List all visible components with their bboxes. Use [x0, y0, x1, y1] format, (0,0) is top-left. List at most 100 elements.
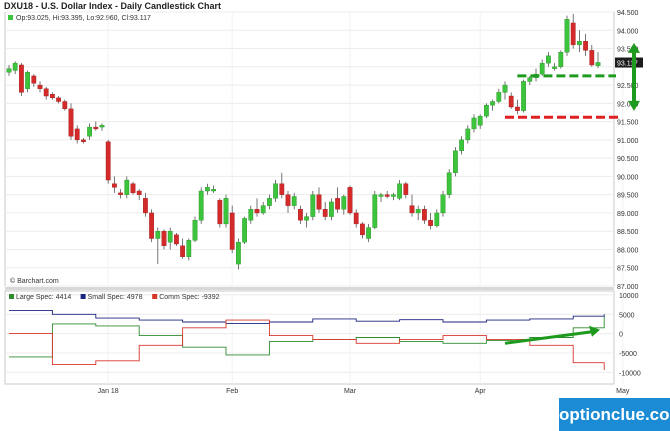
candle-body — [173, 234, 179, 245]
x-axis: Jan 18 Feb Mar Apr May — [98, 388, 630, 395]
candle-body — [446, 172, 452, 195]
candle-body — [242, 218, 247, 243]
candle-body — [440, 194, 446, 214]
candle-body — [211, 188, 216, 192]
candle-body — [521, 81, 527, 111]
candle-body — [539, 62, 545, 75]
cot-tick-label: 0 — [619, 332, 623, 339]
candle-body — [155, 230, 161, 239]
candle-body — [490, 101, 495, 106]
price-tick-label: 91.500 — [617, 120, 639, 127]
candle-body — [161, 230, 167, 247]
barchart-credit: © Barchart.com — [10, 277, 59, 285]
candle-body — [235, 241, 241, 265]
candle-body — [360, 223, 365, 236]
candle-body — [6, 68, 12, 73]
candle-body — [459, 139, 464, 152]
candle-body — [56, 97, 62, 102]
candle-body — [267, 198, 272, 206]
candle-body — [515, 106, 520, 111]
ohlc-readout: Op:93.025, Hi:93.395, Lo:92.960, Cl:93.1… — [16, 15, 151, 22]
candle-body — [74, 128, 80, 141]
candle-body — [347, 187, 353, 214]
candle-body — [186, 240, 192, 257]
candle-body — [99, 125, 105, 128]
candle-body — [310, 194, 316, 217]
price-panel-frame — [4, 11, 615, 287]
candle-body — [570, 22, 576, 46]
candle-body — [136, 190, 142, 195]
candle-body — [80, 139, 86, 142]
candle-body — [93, 126, 99, 130]
candle-body — [273, 183, 278, 199]
ohlc-legend-swatch — [8, 15, 13, 20]
candle-body — [415, 209, 421, 214]
cot-legend-swatch — [80, 294, 86, 299]
candle-body — [254, 209, 260, 214]
candle-body — [192, 220, 198, 241]
candle-body — [546, 55, 551, 64]
candle-body — [409, 205, 415, 214]
candle-body — [105, 141, 111, 181]
price-tick-label: 90.000 — [617, 174, 639, 181]
candle-body — [508, 95, 514, 108]
candle-body — [19, 64, 24, 93]
candle-body — [428, 220, 433, 226]
candle-body — [484, 104, 489, 117]
price-tick-label: 89.500 — [617, 193, 639, 200]
candle-body — [68, 108, 74, 137]
candle-body — [118, 192, 124, 195]
candle-body — [477, 115, 483, 126]
candle-body — [31, 75, 37, 84]
candle-body — [372, 194, 378, 228]
candle-body — [329, 201, 334, 217]
cot-panel-frame — [4, 290, 615, 385]
cot-legend-label: Large Spec: 4414 — [16, 294, 71, 301]
candle-body — [422, 209, 427, 221]
candle-body — [279, 183, 285, 195]
candle-body — [142, 198, 148, 214]
candle-body — [111, 183, 117, 188]
x-tick-label: Jan 18 — [98, 388, 119, 395]
cot-tick-label: 10000 — [619, 293, 639, 300]
candle-body — [62, 101, 68, 110]
candle-body — [378, 194, 384, 197]
price-tick-label: 88.000 — [617, 247, 639, 254]
price-tick-label: 89.000 — [617, 211, 639, 218]
candle-body — [496, 92, 502, 102]
chart-title: DXU18 - U.S. Dollar Index - Daily Candle… — [4, 1, 221, 11]
candle-body — [260, 205, 266, 214]
candle-body — [304, 216, 309, 221]
watermark-logo: optionclue.com — [559, 405, 670, 424]
price-tick-label: 94.000 — [617, 28, 639, 35]
candle-body — [316, 194, 322, 210]
cot-tick-label: 5000 — [619, 312, 635, 319]
candle-body — [130, 183, 136, 194]
candle-body — [217, 199, 223, 225]
cot-legend-label: Comm Spec: -9392 — [159, 294, 219, 301]
candle-body — [558, 51, 564, 68]
cot-legend-label: Small Spec: 4978 — [88, 294, 143, 301]
candle-body — [37, 84, 43, 89]
candle-body — [248, 209, 254, 221]
candle-body — [12, 62, 18, 71]
candle-body — [595, 62, 601, 66]
candle-body — [434, 212, 440, 226]
candle-body — [298, 209, 303, 221]
candle-body — [341, 196, 347, 210]
candle-body — [124, 179, 130, 195]
candle-body — [167, 230, 173, 243]
x-tick-label: Mar — [344, 388, 357, 395]
candle-body — [291, 196, 297, 206]
price-tick-label: 88.500 — [617, 229, 639, 236]
candle-body — [465, 128, 471, 141]
candle-body — [335, 198, 340, 210]
cot-y-axis: 10000 5000 0 -5000 -10000 — [619, 293, 641, 378]
price-tick-label: 87.000 — [617, 284, 639, 291]
x-tick-label: Feb — [226, 388, 238, 395]
candle-body — [397, 183, 402, 199]
price-tick-label: 87.500 — [617, 266, 639, 273]
price-tick-label: 90.500 — [617, 156, 639, 163]
candle-body — [229, 212, 235, 250]
candle-body — [25, 72, 30, 89]
